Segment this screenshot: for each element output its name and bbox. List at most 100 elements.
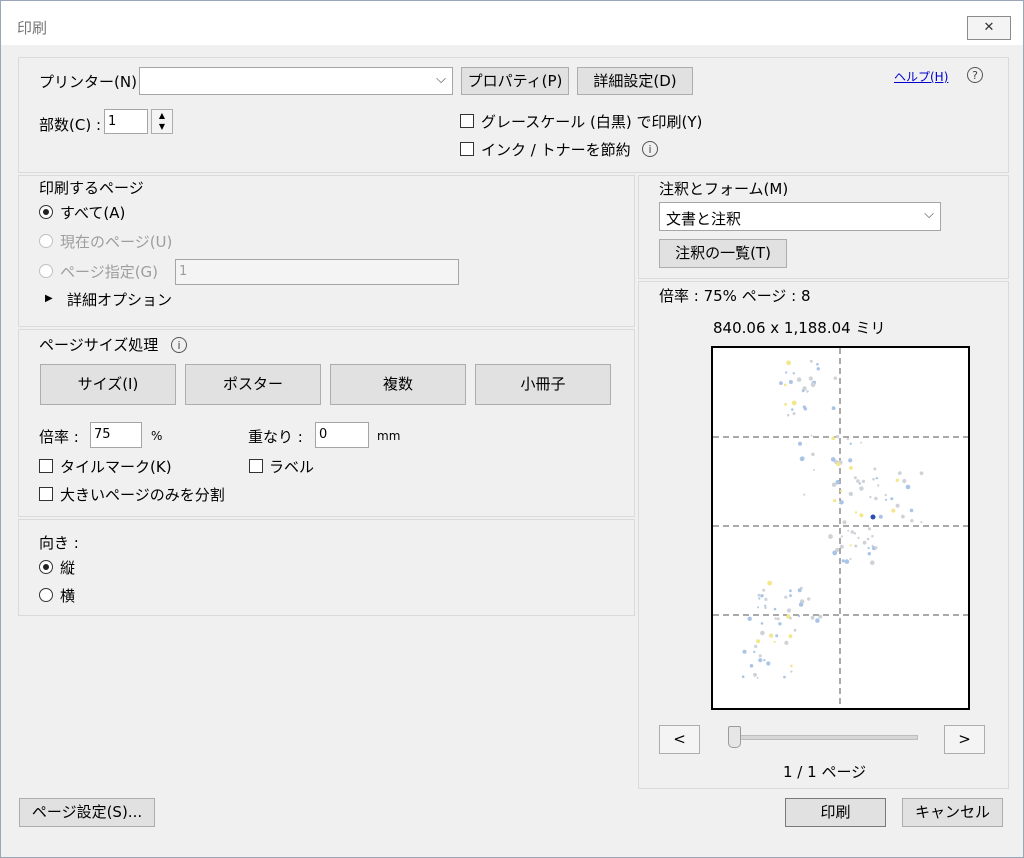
- preview-dot: [741, 675, 745, 678]
- grayscale-label: グレースケール (白黒) で印刷(Y): [481, 113, 703, 131]
- preview-graphic: [713, 348, 968, 708]
- chevron-down-icon: ⌵: [924, 207, 934, 222]
- annotations-title: 注釈とフォーム(M): [659, 180, 789, 198]
- preview-dot: [798, 614, 801, 618]
- help-icon[interactable]: ?: [967, 67, 983, 83]
- save-ink-checkbox[interactable]: [460, 142, 474, 156]
- page-range-input[interactable]: 1: [175, 259, 459, 285]
- preview-dot: [803, 493, 806, 496]
- preview-dot: [793, 628, 797, 632]
- radio-all-pages[interactable]: [39, 205, 53, 219]
- print-button[interactable]: 印刷: [785, 798, 886, 827]
- printer-select[interactable]: ⌵: [139, 67, 453, 95]
- preview-dot: [891, 508, 896, 513]
- preview-dot: [778, 622, 782, 626]
- annotations-select[interactable]: 文書と注釈 ⌵: [659, 202, 941, 231]
- preview-dot: [757, 606, 759, 609]
- preview-dot: [830, 457, 836, 462]
- expand-arrow-icon[interactable]: ▶: [45, 293, 53, 304]
- help-link[interactable]: ヘルプ(H): [894, 68, 948, 85]
- multiple-button[interactable]: 複数: [330, 364, 466, 405]
- preview-dot: [897, 471, 902, 475]
- booklet-button[interactable]: 小冊子: [475, 364, 611, 405]
- page-setup-button[interactable]: ページ設定(S)...: [19, 798, 155, 827]
- scale-unit: %: [151, 429, 163, 443]
- preview-dot: [784, 403, 787, 406]
- preview-dot: [848, 458, 853, 463]
- preview-dot: [835, 479, 841, 485]
- preview-dot: [808, 376, 813, 381]
- preview-dot: [919, 471, 924, 476]
- cancel-button[interactable]: キャンセル: [902, 798, 1003, 827]
- properties-button[interactable]: プロパティ(P): [461, 67, 569, 95]
- preview-dot: [901, 514, 905, 519]
- preview-dot: [849, 557, 852, 561]
- copies-input[interactable]: 1: [104, 109, 148, 134]
- page-range-label: ページ指定(G): [60, 263, 159, 281]
- copies-label: 部数(C) :: [39, 116, 101, 134]
- preview-dot: [869, 495, 872, 499]
- poster-button[interactable]: ポスター: [185, 364, 321, 405]
- info-icon[interactable]: i: [642, 141, 658, 157]
- preview-dot: [797, 588, 802, 593]
- radio-landscape[interactable]: [39, 588, 53, 602]
- preview-dot: [742, 649, 747, 654]
- preview-dot: [831, 436, 835, 441]
- grayscale-checkbox[interactable]: [460, 114, 474, 128]
- preview-dot: [854, 511, 858, 514]
- page-slider-track[interactable]: [731, 735, 918, 740]
- radio-page-range[interactable]: [39, 264, 53, 278]
- preview-dot: [756, 639, 761, 644]
- preview-dot: [902, 478, 907, 484]
- preview-dot: [762, 588, 766, 592]
- preview-dot: [867, 546, 870, 550]
- preview-dot: [786, 608, 792, 613]
- preview-dot: [789, 616, 792, 620]
- preview-dot: [791, 400, 797, 406]
- preview-dot: [807, 597, 811, 601]
- preview-dot: [788, 634, 793, 639]
- preview-dot: [877, 484, 880, 487]
- close-button[interactable]: ✕: [967, 16, 1011, 40]
- annotations-value: 文書と注釈: [666, 210, 742, 228]
- advanced-button[interactable]: 詳細設定(D): [577, 67, 693, 95]
- preview-dot: [757, 593, 761, 597]
- preview-dot: [810, 615, 815, 620]
- preview-dot: [858, 482, 861, 485]
- preview-dot: [758, 597, 761, 600]
- radio-portrait[interactable]: [39, 560, 53, 574]
- preview-dot: [866, 537, 870, 541]
- overlap-input[interactable]: 0: [315, 422, 369, 448]
- preview-dot: [853, 532, 857, 535]
- page-sizing-title: ページサイズ処理: [39, 336, 159, 354]
- preview-dot: [839, 500, 844, 505]
- preview-dot: [846, 437, 850, 441]
- next-page-button[interactable]: >: [944, 725, 985, 754]
- preview-dot: [798, 602, 804, 607]
- preview-dot: [816, 363, 819, 366]
- summarize-comments-button[interactable]: 注釈の一覧(T): [659, 239, 787, 268]
- radio-current-page[interactable]: [39, 234, 53, 248]
- preview-dot: [774, 617, 777, 620]
- more-options-toggle[interactable]: 詳細オプション: [67, 289, 172, 310]
- large-pages-only-checkbox[interactable]: [39, 487, 53, 501]
- overlap-unit: mm: [377, 429, 401, 443]
- info-icon[interactable]: i: [171, 337, 187, 353]
- tile-grid: [713, 348, 968, 708]
- page-slider-thumb[interactable]: [728, 726, 741, 748]
- preview-dot: [860, 441, 863, 444]
- size-button[interactable]: サイズ(I): [40, 364, 176, 405]
- tile-marks-checkbox[interactable]: [39, 459, 53, 473]
- preview-dot: [799, 456, 805, 462]
- preview-dot: [791, 408, 794, 411]
- preview-scale-text: 倍率 : 75% ページ : 8: [659, 287, 811, 305]
- labels-checkbox[interactable]: [249, 459, 263, 473]
- preview-dot: [764, 597, 768, 601]
- preview-dot: [813, 468, 815, 471]
- preview-dot: [859, 513, 864, 518]
- page-indicator: 1 / 1 ページ: [783, 763, 867, 781]
- preview-dot: [833, 499, 837, 503]
- scale-input[interactable]: 75: [90, 422, 142, 448]
- prev-page-button[interactable]: <: [659, 725, 700, 754]
- copies-stepper[interactable]: ▲ ▼: [151, 109, 173, 134]
